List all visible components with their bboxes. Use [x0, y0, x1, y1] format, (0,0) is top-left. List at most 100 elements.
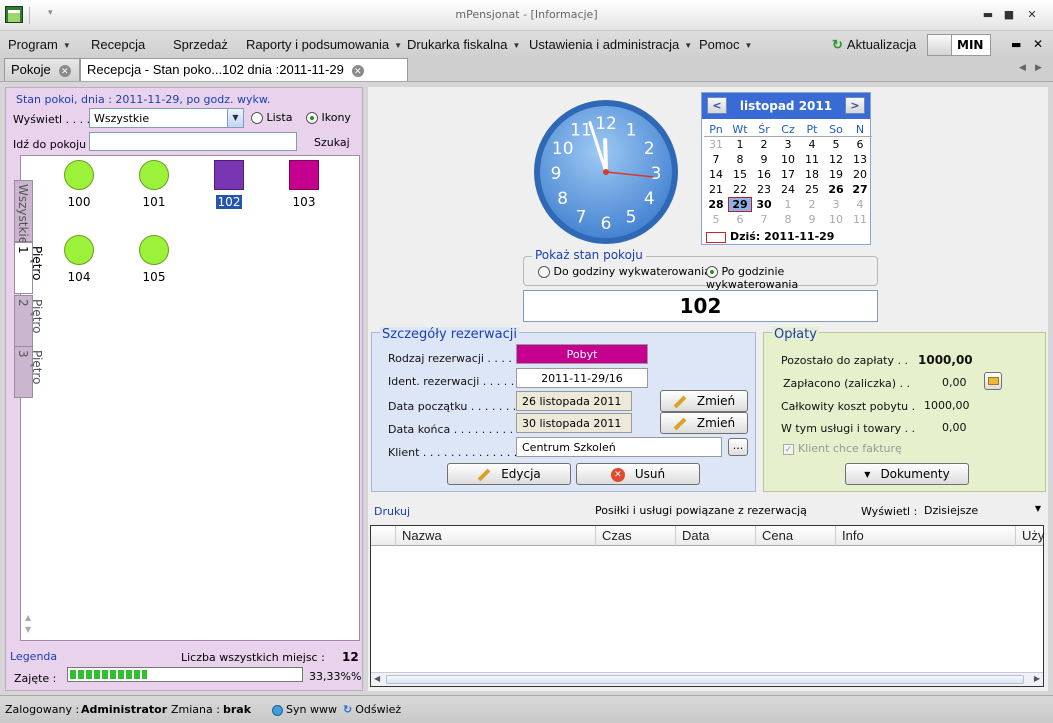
calendar-day[interactable]: 29: [728, 197, 752, 212]
calendar-day[interactable]: 5: [704, 212, 728, 227]
room-105[interactable]: 105: [124, 235, 184, 284]
calendar-day[interactable]: 8: [776, 212, 800, 227]
col-uzytkownik[interactable]: Uży: [1015, 526, 1044, 546]
delete-button[interactable]: ✕ Usuń: [576, 463, 700, 485]
calendar-day[interactable]: 3: [776, 137, 800, 152]
room-102[interactable]: 102: [199, 160, 259, 209]
menu-pomoc[interactable]: Pomoc ▼: [699, 37, 752, 52]
calendar-next-button[interactable]: >: [845, 97, 865, 114]
refresh-button[interactable]: ↻ Odśwież: [343, 703, 401, 716]
maximize-button[interactable]: ■: [999, 8, 1019, 24]
calendar-day[interactable]: 4: [800, 137, 824, 152]
change-end-date-button[interactable]: Zmień: [660, 412, 748, 434]
close-tab-icon[interactable]: ✕: [351, 64, 364, 77]
payment-folder-button[interactable]: [984, 372, 1002, 390]
col-data[interactable]: Data: [675, 526, 755, 546]
calendar-day[interactable]: 21: [704, 182, 728, 197]
calendar-day[interactable]: 10: [824, 212, 848, 227]
scroll-left-icon[interactable]: ◀: [374, 674, 380, 683]
sync-www-button[interactable]: Syn www: [272, 703, 337, 716]
calendar-day[interactable]: 10: [776, 152, 800, 167]
menu-drukarka[interactable]: Drukarka fiskalna ▼: [407, 37, 520, 52]
tab-recepcja[interactable]: Recepcja - Stan poko...102 dnia :2011-11…: [80, 58, 408, 81]
calendar-day[interactable]: 6: [728, 212, 752, 227]
calendar-day[interactable]: 7: [752, 212, 776, 227]
calendar-day[interactable]: 2: [800, 197, 824, 212]
tab-pokoje[interactable]: Pokoje ✕: [4, 58, 80, 81]
calendar-day[interactable]: 6: [848, 137, 872, 152]
calendar-day[interactable]: 3: [824, 197, 848, 212]
calendar-day[interactable]: 9: [800, 212, 824, 227]
menu-raporty[interactable]: Raporty i podsumowania ▼: [246, 37, 402, 52]
min-mode-toggle[interactable]: MIN: [927, 34, 991, 56]
menu-sprzedaz[interactable]: Sprzedaż: [173, 37, 228, 52]
calendar-day[interactable]: 25: [800, 182, 824, 197]
calendar-day[interactable]: 20: [848, 167, 872, 182]
room-100[interactable]: 100: [49, 160, 109, 209]
calendar-day[interactable]: 19: [824, 167, 848, 182]
show-filter-select[interactable]: Wszystkie ▼: [89, 108, 244, 128]
calendar-day[interactable]: 23: [752, 182, 776, 197]
close-tab-icon[interactable]: ✕: [58, 64, 71, 77]
col-cena[interactable]: Cena: [755, 526, 835, 546]
before-checkout-radio[interactable]: Do godziny wykwaterowania: [538, 265, 711, 278]
calendar-today[interactable]: Dziś: 2011-11-29: [706, 230, 834, 243]
calendar-day[interactable]: 1: [776, 197, 800, 212]
client-value[interactable]: Centrum Szkoleń: [516, 437, 722, 457]
calendar-day[interactable]: 2: [752, 137, 776, 152]
col-info[interactable]: Info: [835, 526, 1015, 546]
chevron-down-icon[interactable]: ▼: [227, 109, 243, 127]
tab-pietro-1[interactable]: Piętro 1: [14, 242, 44, 294]
update-button[interactable]: ↻ Aktualizacja: [832, 37, 916, 53]
tab-pietro-3[interactable]: Piętro 3: [14, 346, 44, 398]
view-list-radio[interactable]: Lista: [251, 111, 292, 124]
goto-room-input[interactable]: [89, 132, 297, 151]
room-103[interactable]: 103: [274, 160, 334, 209]
calendar-day[interactable]: 27: [848, 182, 872, 197]
scrollbar-thumb[interactable]: [386, 675, 1024, 684]
col-czas[interactable]: Czas: [595, 526, 675, 546]
calendar-day[interactable]: 18: [800, 167, 824, 182]
calendar-day[interactable]: 11: [800, 152, 824, 167]
services-show-select[interactable]: Dzisiejsze ▼: [919, 500, 1044, 520]
services-grid[interactable]: Nazwa Czas Data Cena Info Uży ◀ ▶: [370, 525, 1044, 687]
calendar-day[interactable]: 5: [824, 137, 848, 152]
calendar-day[interactable]: 12: [824, 152, 848, 167]
calendar-day[interactable]: 16: [752, 167, 776, 182]
mdi-close-button[interactable]: ✕: [1033, 37, 1043, 51]
scroll-right-icon[interactable]: ▶: [1034, 674, 1040, 683]
scroll-arrows-icon[interactable]: ▲ ▼: [25, 612, 31, 636]
col-nazwa[interactable]: Nazwa: [395, 526, 595, 546]
legend-link[interactable]: Legenda: [10, 650, 57, 663]
calendar-day[interactable]: 11: [848, 212, 872, 227]
calendar-day[interactable]: 7: [704, 152, 728, 167]
calendar-day[interactable]: 31: [704, 137, 728, 152]
calendar-day[interactable]: 14: [704, 167, 728, 182]
calendar-day[interactable]: 9: [752, 152, 776, 167]
tab-wszystkie[interactable]: Wszystkie: [14, 180, 33, 244]
menu-program[interactable]: Program ▼: [8, 37, 71, 52]
documents-button[interactable]: ▼ Dokumenty: [845, 463, 969, 485]
minimize-button[interactable]: ▬: [978, 8, 998, 24]
calendar-day[interactable]: 26: [824, 182, 848, 197]
print-link[interactable]: Drukuj: [374, 505, 410, 518]
calendar-day[interactable]: 13: [848, 152, 872, 167]
close-button[interactable]: ✕: [1022, 8, 1042, 24]
reservation-id-value[interactable]: 2011-11-29/16: [516, 368, 648, 388]
calendar-day[interactable]: 24: [776, 182, 800, 197]
client-browse-button[interactable]: ...: [728, 438, 748, 456]
tab-scroll-right-icon[interactable]: ▶: [1035, 63, 1042, 73]
horizontal-scrollbar[interactable]: ◀ ▶: [371, 672, 1043, 686]
calendar-day[interactable]: 22: [728, 182, 752, 197]
after-checkout-radio[interactable]: Po godzinie wykwaterowania: [706, 265, 877, 291]
edit-button[interactable]: Edycja: [447, 463, 571, 485]
calendar-day[interactable]: 1: [728, 137, 752, 152]
room-101[interactable]: 101: [124, 160, 184, 209]
calendar-day[interactable]: 15: [728, 167, 752, 182]
invoice-checkbox[interactable]: ✓ Klient chce fakturę: [783, 442, 902, 455]
calendar-day[interactable]: 8: [728, 152, 752, 167]
change-start-date-button[interactable]: Zmień: [660, 390, 748, 412]
view-icons-radio[interactable]: Ikony: [306, 111, 351, 124]
tab-scroll-left-icon[interactable]: ◀: [1019, 63, 1026, 73]
menu-ustawienia[interactable]: Ustawienia i administracja ▼: [529, 37, 692, 52]
